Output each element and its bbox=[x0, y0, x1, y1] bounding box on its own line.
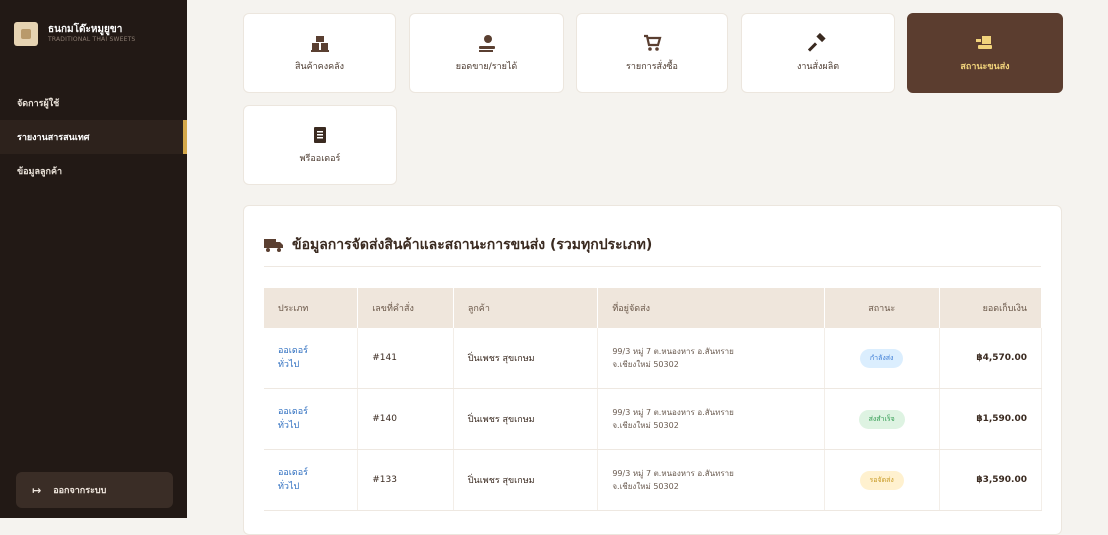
sidebar-item-customers[interactable]: ข้อมูลลูกค้า bbox=[0, 154, 187, 188]
order-type-cell[interactable]: ออเดอร์ ทั่วไป bbox=[264, 328, 359, 389]
shipping-address: 99/3 หมู่ 7 ต.หนองหาร อ.สันทราย จ.เชียงใ… bbox=[597, 388, 825, 450]
brand-title: ธนกมโด๊ะหมูยูขา bbox=[48, 24, 123, 35]
customer-name: ปิ่นเพชร สุขเกษม bbox=[453, 388, 599, 450]
truck-icon bbox=[264, 239, 283, 252]
status-badge: ส่งสำเร็จ bbox=[858, 409, 905, 429]
panel-title-text: ข้อมูลการจัดส่งสินค้าและสถานะการขนส่ง (ร… bbox=[292, 237, 653, 253]
column-header: สถานะ bbox=[824, 288, 940, 328]
status-cell: รอจัดส่ง bbox=[824, 449, 940, 511]
column-header: เลขที่คำสั่ง bbox=[357, 288, 454, 328]
amount: ฿4,570.00 bbox=[939, 328, 1043, 389]
table-row: ออเดอร์ ทั่วไป #141 ปิ่นเพชร สุขเกษม 99/… bbox=[264, 328, 1043, 389]
sidebar-item-label: รายงานสารสนเทศ bbox=[17, 133, 90, 143]
card-label: งานสั่งผลิต bbox=[796, 62, 840, 72]
brand-logo bbox=[14, 22, 38, 46]
brand[interactable]: ธนกมโด๊ะหมูยูขา TRADITIONAL THAI SWEETS bbox=[14, 22, 135, 46]
card-label: พรีออเดอร์ bbox=[299, 154, 341, 164]
shipping-table: ประเภท เลขที่คำสั่ง ลูกค้า ที่อยู่จัดส่ง… bbox=[264, 288, 1043, 511]
sidebar-item-reports[interactable]: รายงานสารสนเทศ bbox=[0, 120, 187, 154]
order-number: #133 bbox=[357, 449, 454, 511]
order-number: #140 bbox=[357, 388, 454, 450]
shipping-address: 99/3 หมู่ 7 ต.หนองหาร อ.สันทราย จ.เชียงใ… bbox=[597, 328, 825, 389]
sidebar-item-users[interactable]: จัดการผู้ใช้ bbox=[0, 86, 187, 120]
panel-title: ข้อมูลการจัดส่งสินค้าและสถานะการขนส่ง (ร… bbox=[264, 234, 652, 256]
sidebar-nav: จัดการผู้ใช้ รายงานสารสนเทศ ข้อมูลลูกค้า bbox=[0, 86, 187, 188]
status-cell: ส่งสำเร็จ bbox=[824, 388, 940, 450]
sidebar-item-label: จัดการผู้ใช้ bbox=[17, 99, 60, 109]
amount: ฿3,590.00 bbox=[939, 449, 1043, 511]
customer-name: ปิ่นเพชร สุขเกษม bbox=[453, 449, 599, 511]
status-badge: กำลังส่ง bbox=[859, 348, 904, 368]
card-label: ยอดขาย/รายได้ bbox=[455, 62, 518, 72]
card-shipping-status[interactable]: สถานะขนส่ง bbox=[907, 13, 1063, 93]
column-header: ยอดเก็บเงิน bbox=[939, 288, 1043, 328]
status-badge: รอจัดส่ง bbox=[859, 470, 904, 490]
order-type-cell[interactable]: ออเดอร์ ทั่วไป bbox=[264, 449, 359, 511]
column-header: ลูกค้า bbox=[453, 288, 599, 328]
card-orders[interactable]: รายการสั่งซื้อ bbox=[576, 13, 728, 93]
money-hand-icon bbox=[478, 35, 495, 52]
sidebar-item-label: ข้อมูลลูกค้า bbox=[17, 167, 63, 177]
boxes-icon bbox=[310, 36, 329, 52]
column-header: ประเภท bbox=[264, 288, 359, 328]
table-row: ออเดอร์ ทั่วไป #140 ปิ่นเพชร สุขเกษม 99/… bbox=[264, 388, 1043, 450]
hammer-icon bbox=[808, 33, 826, 52]
document-icon bbox=[314, 127, 326, 143]
divider bbox=[264, 266, 1041, 267]
cart-icon bbox=[644, 34, 662, 51]
status-cell: กำลังส่ง bbox=[824, 328, 940, 389]
amount: ฿1,590.00 bbox=[939, 388, 1043, 450]
card-preorder[interactable]: พรีออเดอร์ bbox=[243, 105, 397, 185]
shipping-panel: ข้อมูลการจัดส่งสินค้าและสถานะการขนส่ง (ร… bbox=[243, 205, 1062, 535]
card-inventory[interactable]: สินค้าคงคลัง bbox=[243, 13, 396, 93]
table-header-row: ประเภท เลขที่คำสั่ง ลูกค้า ที่อยู่จัดส่ง… bbox=[264, 288, 1043, 328]
card-label: สถานะขนส่ง bbox=[960, 62, 1010, 72]
shipping-address: 99/3 หมู่ 7 ต.หนองหาร อ.สันทราย จ.เชียงใ… bbox=[597, 449, 825, 511]
sidebar: ธนกมโด๊ะหมูยูขา TRADITIONAL THAI SWEETS … bbox=[0, 0, 187, 518]
logout-label: ออกจากระบบ bbox=[53, 486, 107, 496]
customer-name: ปิ่นเพชร สุขเกษม bbox=[453, 328, 599, 389]
card-label: รายการสั่งซื้อ bbox=[626, 62, 678, 72]
order-number: #141 bbox=[357, 328, 454, 389]
logout-icon: ↦ bbox=[32, 483, 42, 497]
table-row: ออเดอร์ ทั่วไป #133 ปิ่นเพชร สุขเกษม 99/… bbox=[264, 449, 1043, 511]
logout-button[interactable]: ↦ ออกจากระบบ bbox=[16, 472, 173, 508]
card-sales[interactable]: ยอดขาย/รายได้ bbox=[409, 13, 564, 93]
card-production[interactable]: งานสั่งผลิต bbox=[741, 13, 895, 93]
delivery-icon bbox=[976, 36, 992, 49]
brand-subtitle: TRADITIONAL THAI SWEETS bbox=[48, 36, 136, 43]
card-label: สินค้าคงคลัง bbox=[294, 62, 345, 72]
order-type-cell[interactable]: ออเดอร์ ทั่วไป bbox=[264, 388, 359, 450]
column-header: ที่อยู่จัดส่ง bbox=[597, 288, 825, 328]
